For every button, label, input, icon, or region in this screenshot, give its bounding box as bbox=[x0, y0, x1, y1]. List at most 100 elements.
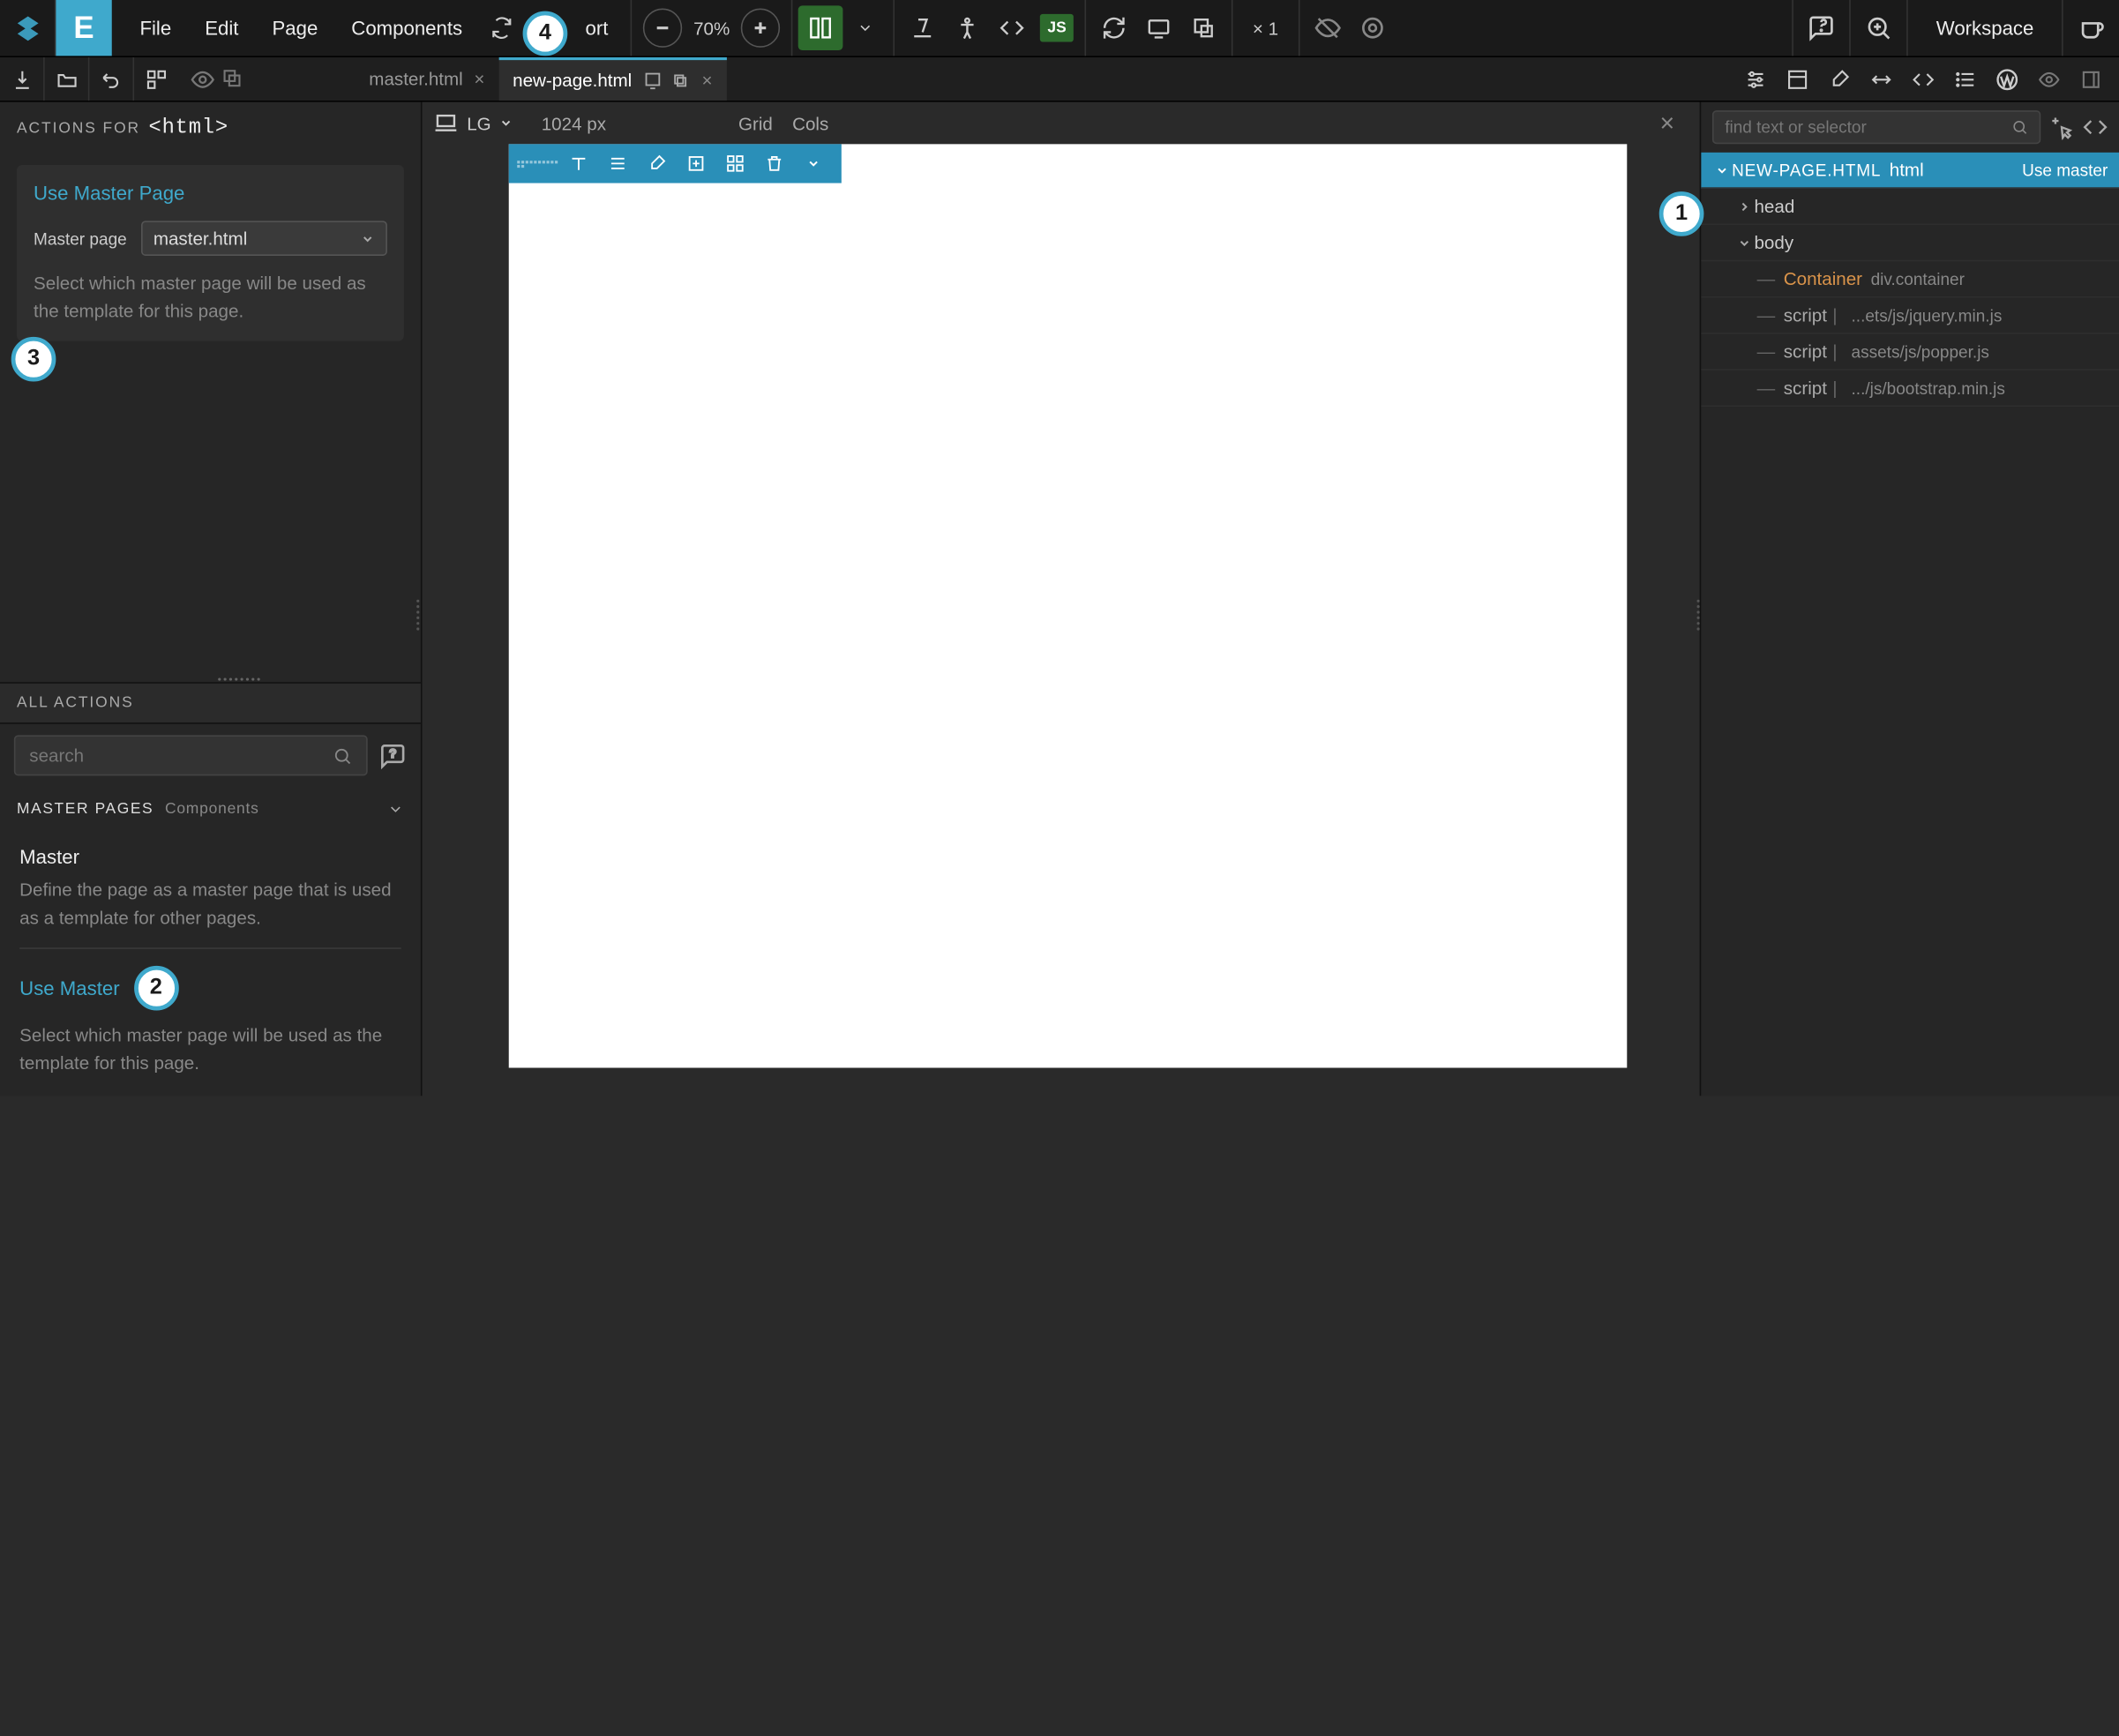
insert-icon[interactable] bbox=[677, 144, 715, 183]
px-label: 1024 px bbox=[542, 113, 606, 134]
boxes-icon[interactable] bbox=[134, 57, 179, 101]
chevron-down-icon bbox=[361, 231, 375, 245]
app-letter-badge[interactable]: E bbox=[56, 0, 111, 56]
layout-icon[interactable] bbox=[1778, 59, 1816, 98]
js-badge-icon[interactable]: JS bbox=[1035, 5, 1080, 50]
search-input[interactable]: search bbox=[14, 735, 368, 775]
brush-icon[interactable] bbox=[1820, 59, 1859, 98]
visibility-off-icon[interactable] bbox=[1305, 5, 1350, 50]
dash-icon: — bbox=[1757, 341, 1776, 363]
list-icon[interactable] bbox=[1946, 59, 1985, 98]
menu-components[interactable]: Components bbox=[334, 17, 479, 39]
chevron-down-icon[interactable] bbox=[843, 5, 888, 50]
tree-script-3[interactable]: — script | .../js/bootstrap.min.js bbox=[1701, 370, 2119, 407]
undo-icon[interactable] bbox=[89, 57, 134, 101]
help-bubble-icon[interactable]: ? bbox=[378, 742, 407, 770]
trash-icon[interactable] bbox=[755, 144, 794, 183]
code-panel-icon[interactable] bbox=[1904, 59, 1943, 98]
folder-icon[interactable] bbox=[45, 57, 90, 101]
select-value: master.html bbox=[153, 228, 247, 249]
zoom-level: 70% bbox=[688, 18, 736, 39]
search-icon bbox=[333, 745, 352, 765]
reload-icon[interactable] bbox=[1092, 5, 1137, 50]
panel-toggle-icon[interactable] bbox=[2071, 59, 2110, 98]
zoom-in-button[interactable] bbox=[741, 9, 780, 48]
page-canvas[interactable] bbox=[509, 144, 1628, 1067]
find-placeholder: find text or selector bbox=[1725, 117, 1867, 137]
action-use-master-title[interactable]: Use Master bbox=[19, 977, 119, 999]
help-icon[interactable] bbox=[1800, 5, 1845, 50]
tab-master[interactable]: master.html × bbox=[355, 57, 498, 101]
tab-new-page[interactable]: new-page.html × bbox=[498, 57, 726, 101]
tree-root[interactable]: NEW-PAGE.HTML html Use master bbox=[1701, 153, 2119, 189]
close-icon[interactable]: × bbox=[701, 70, 712, 91]
grid-toggle[interactable]: Grid bbox=[738, 113, 773, 134]
dom-tree: NEW-PAGE.HTML html Use master head body … bbox=[1701, 153, 2119, 1096]
import-icon[interactable] bbox=[0, 57, 45, 101]
coffee-icon[interactable] bbox=[2069, 5, 2114, 50]
text-icon[interactable] bbox=[559, 144, 598, 183]
accessibility-icon[interactable] bbox=[945, 5, 990, 50]
pick-element-icon[interactable] bbox=[2049, 115, 2075, 140]
menu-file[interactable]: File bbox=[123, 17, 188, 39]
menu-edit[interactable]: Edit bbox=[188, 17, 255, 39]
action-master-title[interactable]: Master bbox=[19, 846, 401, 868]
grid-element-icon[interactable] bbox=[715, 144, 754, 183]
sliders-icon[interactable] bbox=[1736, 59, 1775, 98]
master-page-select[interactable]: master.html bbox=[141, 221, 387, 256]
text-style-icon[interactable] bbox=[901, 5, 946, 50]
eye-panel-icon[interactable] bbox=[2030, 59, 2069, 98]
chevron-down-icon[interactable] bbox=[1712, 163, 1732, 177]
tree-body[interactable]: body bbox=[1701, 225, 2119, 261]
grid-toggle-icon[interactable] bbox=[798, 5, 843, 50]
scale-indicator: × 1 bbox=[1239, 18, 1292, 39]
chevron-down-icon bbox=[387, 801, 404, 818]
drag-grip-icon[interactable] bbox=[517, 154, 559, 173]
top-menu-bar: E File Edit Page Components ort 70% JS bbox=[0, 0, 2119, 57]
spacing-icon[interactable] bbox=[1861, 59, 1900, 98]
menu-page[interactable]: Page bbox=[255, 17, 334, 39]
tree-head[interactable]: head bbox=[1701, 189, 2119, 225]
window-icon[interactable] bbox=[1181, 5, 1226, 50]
refresh-icon[interactable] bbox=[479, 5, 524, 50]
use-master-title[interactable]: Use Master Page bbox=[34, 182, 387, 204]
close-icon[interactable]: × bbox=[474, 69, 484, 90]
tree-script-path: .../js/bootstrap.min.js bbox=[1852, 378, 2005, 398]
tab-label: master.html bbox=[369, 69, 462, 90]
device-icon[interactable] bbox=[643, 71, 663, 90]
all-actions-header: ALL ACTIONS bbox=[0, 682, 421, 724]
more-icon[interactable] bbox=[794, 144, 833, 183]
tree-script-1[interactable]: — script | ...ets/js/jquery.min.js bbox=[1701, 297, 2119, 333]
find-input[interactable]: find text or selector bbox=[1712, 110, 2040, 144]
svg-text:?: ? bbox=[390, 746, 396, 760]
duplicate-icon[interactable] bbox=[671, 71, 691, 90]
wordpress-icon[interactable] bbox=[1988, 59, 2026, 98]
actions-for-header: ACTIONS FOR <html> bbox=[0, 102, 421, 154]
chevron-down-icon[interactable] bbox=[499, 116, 513, 131]
app-logo-icon[interactable] bbox=[0, 0, 56, 56]
tree-script-2[interactable]: — script | assets/js/popper.js bbox=[1701, 334, 2119, 370]
master-pages-section[interactable]: MASTER PAGES Components bbox=[0, 787, 421, 832]
workspace-label[interactable]: Workspace bbox=[1913, 17, 2055, 39]
code-tree-icon[interactable] bbox=[2083, 115, 2108, 140]
all-actions-label: ALL ACTIONS bbox=[17, 694, 134, 711]
settings-icon[interactable] bbox=[598, 144, 637, 183]
eye-icon[interactable] bbox=[190, 66, 215, 92]
annotation-bubble-1: 1 bbox=[1659, 191, 1704, 236]
target-icon[interactable] bbox=[1350, 5, 1395, 50]
annotation-bubble-2: 2 bbox=[133, 966, 178, 1011]
right-panel: 1 find text or selector NEW-PAGE.HTML ht… bbox=[1700, 102, 2119, 1096]
tree-container[interactable]: — Container div.container bbox=[1701, 261, 2119, 297]
cols-toggle[interactable]: Cols bbox=[792, 113, 828, 134]
chevron-right-icon[interactable] bbox=[1734, 199, 1754, 213]
code-icon[interactable] bbox=[990, 5, 1035, 50]
zoom-out-button[interactable] bbox=[643, 9, 682, 48]
close-icon[interactable]: × bbox=[1659, 108, 1688, 138]
paint-icon[interactable] bbox=[638, 144, 677, 183]
tree-root-name: NEW-PAGE.HTML bbox=[1732, 160, 1881, 179]
chevron-down-icon[interactable] bbox=[1734, 236, 1754, 250]
zoom-search-icon[interactable] bbox=[1856, 5, 1901, 50]
preview-icon[interactable] bbox=[1136, 5, 1181, 50]
device-label[interactable]: LG bbox=[467, 113, 490, 134]
copy-icon[interactable] bbox=[221, 66, 243, 92]
